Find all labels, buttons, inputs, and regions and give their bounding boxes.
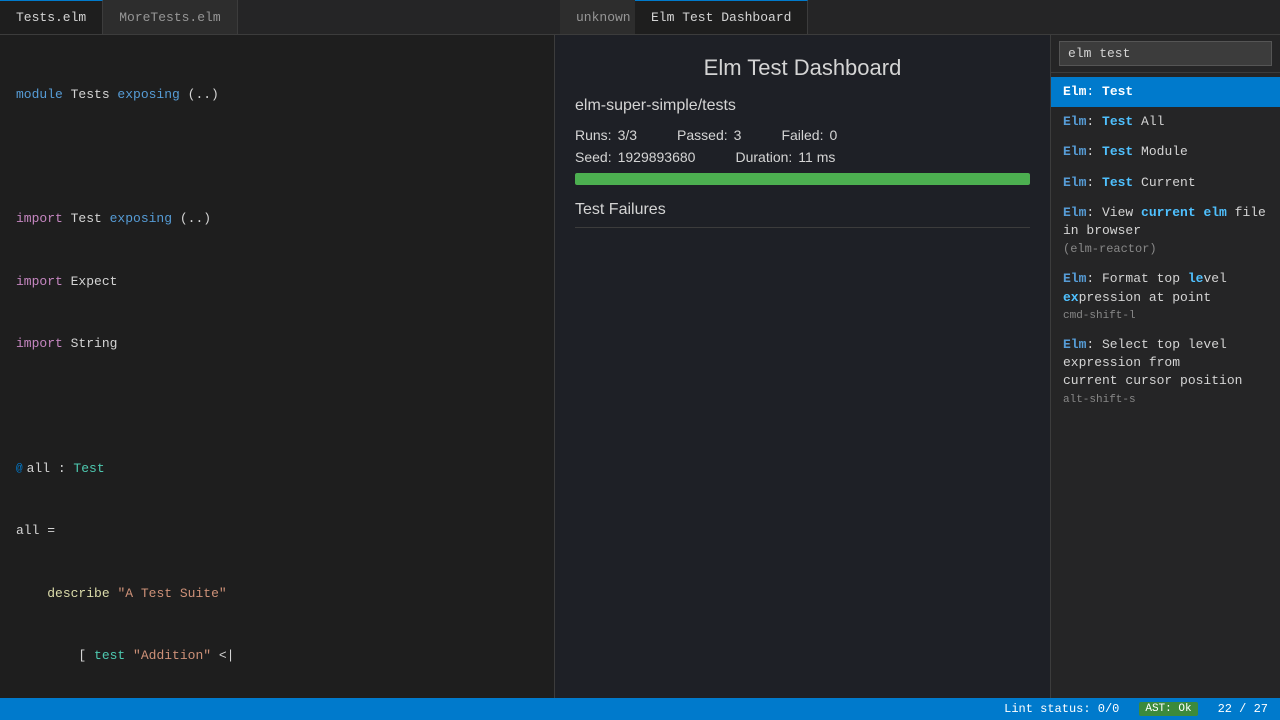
editor-line: import Test exposing (..) [0, 209, 554, 230]
editor-line [0, 397, 554, 418]
passed-value: 3 [734, 127, 742, 143]
editor-line: [ test "Addition" <| [0, 646, 554, 667]
suggestion-item-elm-format[interactable]: Elm: Format top level expression at poin… [1051, 264, 1280, 330]
editor-panel[interactable]: module Tests exposing (..) import Test e… [0, 35, 555, 698]
progress-bar-container [575, 173, 1030, 185]
gutter-icon: @ [16, 461, 23, 479]
runs-stat: Runs: 3/3 [575, 127, 637, 143]
editor-line: import String [0, 334, 554, 355]
stats-row-2: Seed: 1929893680 Duration: 11 ms [575, 149, 1030, 165]
suggestion-item-elm-test-module[interactable]: Elm: Test Module [1051, 137, 1280, 167]
editor-line: all = [0, 521, 554, 542]
tab-dashboard-label: Elm Test Dashboard [651, 10, 791, 25]
suggestion-item-elm-test[interactable]: Elm: Test [1051, 77, 1280, 107]
tab-moretests-elm[interactable]: MoreTests.elm [103, 0, 237, 34]
test-failures-title: Test Failures [575, 201, 1030, 228]
main-content: module Tests exposing (..) import Test e… [0, 35, 1280, 698]
tab-moretests-elm-label: MoreTests.elm [119, 10, 220, 25]
tab-elm-test-dashboard[interactable]: Elm Test Dashboard [635, 0, 808, 34]
editor-line: import Expect [0, 272, 554, 293]
ast-badge: AST: Ok [1139, 702, 1197, 716]
duration-stat: Duration: 11 ms [735, 149, 835, 165]
tab-tests-elm-label: Tests.elm [16, 10, 86, 25]
editor-line: describe "A Test Suite" [0, 584, 554, 605]
editor-line: @all : Test [0, 459, 554, 480]
suggestion-item-elm-select[interactable]: Elm: Select top level expression fromcur… [1051, 330, 1280, 414]
dashboard-panel: Elm Test Dashboard elm-super-simple/test… [555, 35, 1050, 698]
suggestion-item-elm-test-current[interactable]: Elm: Test Current [1051, 168, 1280, 198]
progress-bar-fill [575, 173, 1030, 185]
passed-stat: Passed: 3 [677, 127, 741, 143]
failed-value: 0 [829, 127, 837, 143]
search-box [1051, 35, 1280, 73]
tab-tests-elm[interactable]: Tests.elm [0, 0, 103, 34]
duration-value: 11 ms [798, 149, 835, 165]
right-panel: Elm: Test Elm: Test All Elm: Test Module… [1050, 35, 1280, 698]
kw-module: module [16, 85, 63, 106]
dashboard-body: elm-super-simple/tests Runs: 3/3 Passed:… [555, 97, 1050, 228]
runs-label: Runs: [575, 127, 612, 143]
search-input[interactable] [1059, 41, 1272, 66]
lint-status: Lint status: 0/0 [1004, 702, 1119, 716]
stats-row-1: Runs: 3/3 Passed: 3 Failed: 0 [575, 127, 1030, 143]
seed-value: 1929893680 [618, 149, 696, 165]
editor-line: module Tests exposing (..) [0, 85, 554, 106]
suggestion-list: Elm: Test Elm: Test All Elm: Test Module… [1051, 73, 1280, 698]
seed-label: Seed: [575, 149, 612, 165]
suggestion-item-elm-view-browser[interactable]: Elm: View current elm file in browser(el… [1051, 198, 1280, 265]
duration-label: Duration: [735, 149, 792, 165]
seed-stat: Seed: 1929893680 [575, 149, 695, 165]
failed-label: Failed: [781, 127, 823, 143]
dashboard-title: Elm Test Dashboard [555, 35, 1050, 97]
passed-label: Passed: [677, 127, 728, 143]
runs-value: 3/3 [618, 127, 637, 143]
status-bar: Lint status: 0/0 AST: Ok 22 / 27 [0, 698, 1280, 720]
tab-bar: Tests.elm MoreTests.elm unknown Elm Test… [0, 0, 1280, 35]
tab-unknown-label: unknown [576, 10, 631, 25]
position-indicator: 22 / 27 [1218, 702, 1268, 716]
suggestion-item-elm-test-all[interactable]: Elm: Test All [1051, 107, 1280, 137]
failed-stat: Failed: 0 [781, 127, 837, 143]
elm-select-shortcut: alt-shift-s [1063, 393, 1268, 408]
editor-line [0, 147, 554, 168]
suite-name: elm-super-simple/tests [575, 97, 1030, 115]
elm-format-shortcut: cmd-shift-l [1063, 309, 1268, 324]
